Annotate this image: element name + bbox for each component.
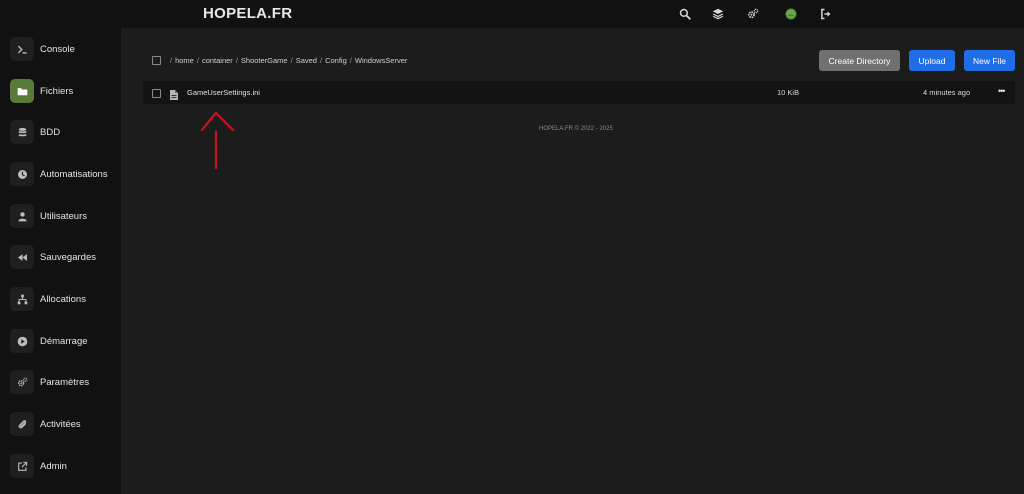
sidebar-item-label: Console [40, 43, 75, 55]
file-modified: 4 minutes ago [923, 88, 971, 97]
sidebar-item-label: Démarrage [40, 335, 88, 347]
rewind-icon [10, 245, 34, 269]
sidebar-item-automatisations[interactable]: Automatisations [10, 161, 118, 187]
sidebar-item-label: Paramètres [40, 376, 90, 388]
breadcrumb-container[interactable]: container [202, 56, 233, 65]
sidebar-item-label: Sauvegardes [40, 251, 96, 263]
sidebar-item-bdd[interactable]: BDD [10, 119, 118, 145]
sidebar-item-label: Admin [40, 460, 67, 472]
clock-icon [10, 162, 34, 186]
upload-button[interactable]: Upload [909, 50, 955, 71]
breadcrumb-separator: / [319, 56, 323, 65]
brand-logo[interactable]: HOPELA.FR [203, 5, 292, 22]
breadcrumb-separator: / [349, 56, 352, 65]
footer-copyright: HOPELA.FR © 2022 - 2025 [539, 126, 613, 132]
annotation-arrow [200, 111, 235, 170]
sidebar-item-label: Automatisations [40, 168, 108, 180]
file-size: 10 KiB [777, 88, 800, 97]
file-options-icon[interactable]: ••• [998, 86, 1006, 96]
create-directory-button[interactable]: Create Directory [819, 50, 900, 71]
sidebar-item-fichiers[interactable]: Fichiers [10, 78, 118, 104]
file-row[interactable] [143, 81, 1015, 104]
sidebar-item-label: BDD [40, 126, 61, 138]
terminal-icon [10, 37, 34, 61]
file-icon [170, 87, 178, 100]
sidebar-item-console[interactable]: Console [10, 36, 118, 62]
sidebar-item-admin[interactable]: Admin [10, 453, 118, 479]
breadcrumb-windowsserver: WindowsServer [354, 56, 408, 65]
logout-icon[interactable] [819, 7, 833, 21]
select-all-checkbox[interactable] [152, 56, 161, 65]
avatar[interactable] [784, 7, 798, 21]
cogs-icon[interactable] [746, 7, 760, 21]
sidebar-item-demarrage[interactable]: Démarrage [10, 328, 118, 354]
sidebar-item-label: Fichiers [40, 85, 74, 97]
breadcrumb-separator: / [170, 56, 173, 65]
sidebar-item-label: Utilisateurs [40, 210, 87, 222]
breadcrumb-separator: / [196, 56, 199, 65]
sidebar-item-sauvegardes[interactable]: Sauvegardes [10, 244, 118, 270]
network-icon [10, 287, 34, 311]
breadcrumb-home[interactable]: home [175, 56, 194, 65]
new-file-button[interactable]: New File [964, 50, 1015, 71]
breadcrumb-config[interactable]: Config [325, 56, 347, 65]
sidebar-item-allocations[interactable]: Allocations [10, 286, 118, 312]
breadcrumb-saved[interactable]: Saved [296, 56, 317, 65]
search-icon[interactable] [678, 7, 692, 21]
breadcrumb-separator: / [235, 56, 238, 65]
paperclip-icon [10, 412, 34, 436]
user-icon [10, 204, 34, 228]
file-name[interactable]: GameUserSettings.ini [187, 88, 260, 97]
layers-icon[interactable] [711, 7, 725, 21]
play-icon [10, 329, 34, 353]
folder-icon [10, 79, 34, 103]
external-link-icon [10, 454, 34, 478]
breadcrumb-separator: / [290, 56, 293, 65]
sidebar-item-label: Activitées [40, 418, 81, 430]
breadcrumb: / home / container / ShooterGame / Saved… [170, 56, 407, 65]
top-bar: HOPELA.FR [0, 0, 1024, 28]
sidebar-item-activitees[interactable]: Activitées [10, 411, 118, 437]
sidebar-item-utilisateurs[interactable]: Utilisateurs [10, 203, 118, 229]
breadcrumb-shootergame[interactable]: ShooterGame [241, 56, 288, 65]
file-checkbox[interactable] [152, 89, 161, 98]
sidebar-item-parametres[interactable]: Paramètres [10, 369, 118, 395]
cogs-icon [10, 370, 34, 394]
database-icon [10, 120, 34, 144]
sidebar-item-label: Allocations [40, 293, 86, 305]
